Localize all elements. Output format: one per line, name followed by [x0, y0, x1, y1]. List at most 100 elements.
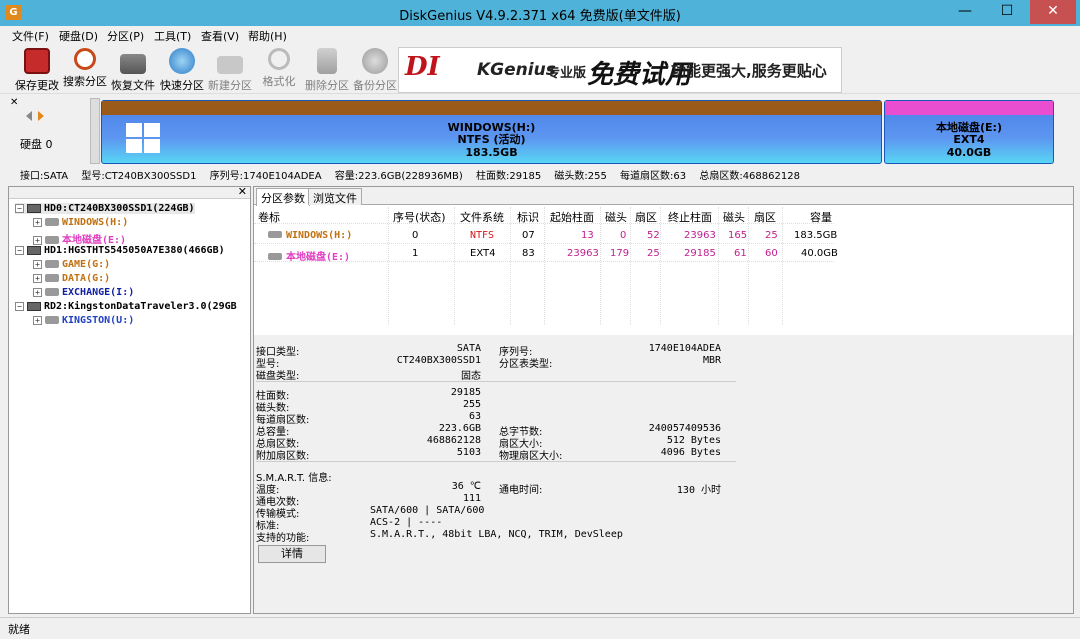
grid-line	[718, 207, 719, 325]
close-button[interactable]: ✕	[1030, 0, 1076, 24]
partition-block-local-e[interactable]: 本地磁盘(E:) EXT4 40.0GB	[884, 100, 1054, 164]
banner-brand-di: DI	[405, 52, 440, 82]
tree-part-game[interactable]: + GAME(G:)	[33, 259, 110, 270]
diskmap-scroll-handle[interactable]	[90, 98, 100, 164]
col-header[interactable]: 扇区	[635, 209, 657, 225]
new-partition-button[interactable]: 新建分区	[206, 46, 254, 93]
partition-block-windows[interactable]: WINDOWS(H:) NTFS (活动) 183.5GB	[101, 100, 882, 164]
expand-icon[interactable]: +	[33, 259, 42, 269]
expand-icon[interactable]: +	[33, 287, 42, 297]
disk-tree-pane: ✕ − HD0:CT240BX300SSD1(224GB) + WINDOWS(H:…	[8, 185, 251, 614]
cell-fs: EXT4	[470, 248, 496, 259]
info-total-sectors: 总扇区数:468862128	[699, 171, 800, 182]
collapse-icon[interactable]: −	[15, 301, 24, 311]
prev-disk-arrow-icon[interactable]	[26, 111, 32, 121]
delete-partition-button[interactable]: 删除分区	[303, 46, 351, 93]
detail-value: 223.6GB	[438, 423, 481, 434]
detail-value: 468862128	[426, 435, 481, 446]
tree-pane-header: ✕	[9, 185, 250, 199]
detail-label: 支持的功能:	[256, 533, 310, 544]
detail-value: 29185	[450, 387, 481, 398]
promo-banner[interactable]: DI KGenius 专业版 免费试用 功能更强大,服务更贴心	[398, 47, 842, 93]
disk-info-bar: 接口:SATA 型号:CT240BX300SSD1 序列号:1740E104AD…	[0, 165, 1080, 183]
expand-icon[interactable]: +	[33, 235, 42, 245]
quick-partition-button[interactable]: 快速分区	[158, 46, 206, 93]
tree-disk-rd2[interactable]: − RD2:KingstonDataTraveler3.0(29GB	[15, 301, 237, 312]
grid-line	[748, 207, 749, 325]
info-serial: 序列号:1740E104ADEA	[209, 171, 322, 182]
expand-icon[interactable]: +	[33, 273, 42, 283]
tree-part-exchange[interactable]: + EXCHANGE(I:)	[33, 287, 134, 298]
backup-icon	[362, 48, 388, 74]
menu-file[interactable]: 文件(F)	[12, 28, 49, 44]
cell-id: 83	[522, 248, 535, 259]
menu-disk[interactable]: 硬盘(D)	[59, 28, 98, 44]
col-header[interactable]: 磁头	[605, 209, 627, 225]
menu-view[interactable]: 查看(V)	[201, 28, 239, 44]
col-header[interactable]: 终止柱面	[668, 209, 712, 225]
col-header[interactable]: 文件系统	[460, 209, 504, 225]
detail-label: 通电时间:	[499, 485, 543, 496]
restore-files-button[interactable]: 恢复文件	[109, 46, 157, 93]
partition-cap	[102, 101, 881, 115]
detail-value: CT240BX300SSD1	[396, 355, 481, 366]
detail-value: ACS-2 | ----	[370, 517, 443, 528]
backup-partition-button[interactable]: 备份分区	[351, 46, 399, 93]
info-model: 型号:CT240BX300SSD1	[81, 171, 197, 182]
tree-close-icon[interactable]: ✕	[238, 185, 247, 198]
grid-line	[630, 207, 631, 325]
details-button[interactable]: 详情	[258, 545, 326, 563]
tree-part-windows[interactable]: + WINDOWS(H:)	[33, 217, 128, 228]
cell-start-head: 0	[620, 230, 627, 241]
detail-value: 512 Bytes	[666, 435, 721, 446]
partition-icon	[268, 231, 282, 238]
tree-part-local-e[interactable]: + 本地磁盘(E:)	[33, 231, 126, 246]
status-text: 就绪	[8, 623, 30, 636]
next-disk-arrow-icon[interactable]	[38, 111, 44, 121]
info-capacity: 容量:223.6GB(228936MB)	[334, 171, 463, 182]
tab-partition-params[interactable]: 分区参数	[256, 188, 310, 206]
col-header[interactable]: 起始柱面	[550, 209, 594, 225]
search-partition-button[interactable]: 搜索分区	[61, 46, 109, 89]
window-title: DiskGenius V4.9.2.371 x64 免费版(单文件版)	[399, 9, 681, 24]
col-header[interactable]: 扇区	[754, 209, 776, 225]
grid-line	[544, 207, 545, 325]
col-header[interactable]: 标识	[517, 209, 539, 225]
tree-part-data[interactable]: + DATA(G:)	[33, 273, 110, 284]
cell-start-sector: 52	[647, 230, 660, 241]
cell-start-cyl: 23963	[567, 248, 599, 259]
menu-tools[interactable]: 工具(T)	[154, 28, 191, 44]
format-button[interactable]: 格式化	[255, 46, 303, 89]
detail-value: 4096 Bytes	[660, 447, 721, 458]
menu-help[interactable]: 帮助(H)	[248, 28, 287, 44]
save-changes-button[interactable]: 保存更改	[13, 46, 61, 93]
tree-disk-hd0[interactable]: − HD0:CT240BX300SSD1(224GB)	[15, 203, 195, 214]
collapse-icon[interactable]: −	[15, 245, 24, 255]
detail-value: 1740E104ADEA	[648, 343, 721, 354]
col-header[interactable]: 卷标	[258, 209, 280, 225]
partition-fs: NTFS (活动)	[457, 133, 526, 146]
disk-icon	[27, 203, 41, 213]
maximize-button[interactable]: ☐	[986, 0, 1028, 24]
minimize-button[interactable]: —	[944, 0, 986, 24]
diskmap-close-icon[interactable]: ✕	[10, 97, 18, 108]
detail-value: 5103	[456, 447, 481, 458]
partition-icon	[45, 274, 59, 282]
info-heads: 磁头数:255	[554, 171, 607, 182]
col-header[interactable]: 磁头	[723, 209, 745, 225]
banner-slogan: 功能更强大,服务更贴心	[671, 62, 827, 80]
expand-icon[interactable]: +	[33, 315, 42, 325]
partition-icon	[45, 218, 59, 226]
collapse-icon[interactable]: −	[15, 203, 24, 213]
menu-partition[interactable]: 分区(P)	[107, 28, 144, 44]
detail-value: 130 小时	[676, 485, 721, 496]
banner-edition: 专业版	[547, 66, 587, 81]
table-row[interactable]: 本地磁盘(E:) 1 EXT4 83 23963 179 25 29185 61…	[254, 245, 838, 263]
tree-disk-hd1[interactable]: − HD1:HGSTHTS545050A7E380(466GB)	[15, 245, 225, 256]
table-row[interactable]: WINDOWS(H:) 0 NTFS 07 13 0 52 23963 165 …	[254, 227, 837, 244]
col-header[interactable]: 容量	[810, 209, 832, 225]
col-header[interactable]: 序号(状态)	[393, 209, 446, 225]
tree-part-kingston[interactable]: + KINGSTON(U:)	[33, 315, 134, 326]
expand-icon[interactable]: +	[33, 217, 42, 227]
tab-browse-files[interactable]: 浏览文件	[308, 188, 362, 205]
